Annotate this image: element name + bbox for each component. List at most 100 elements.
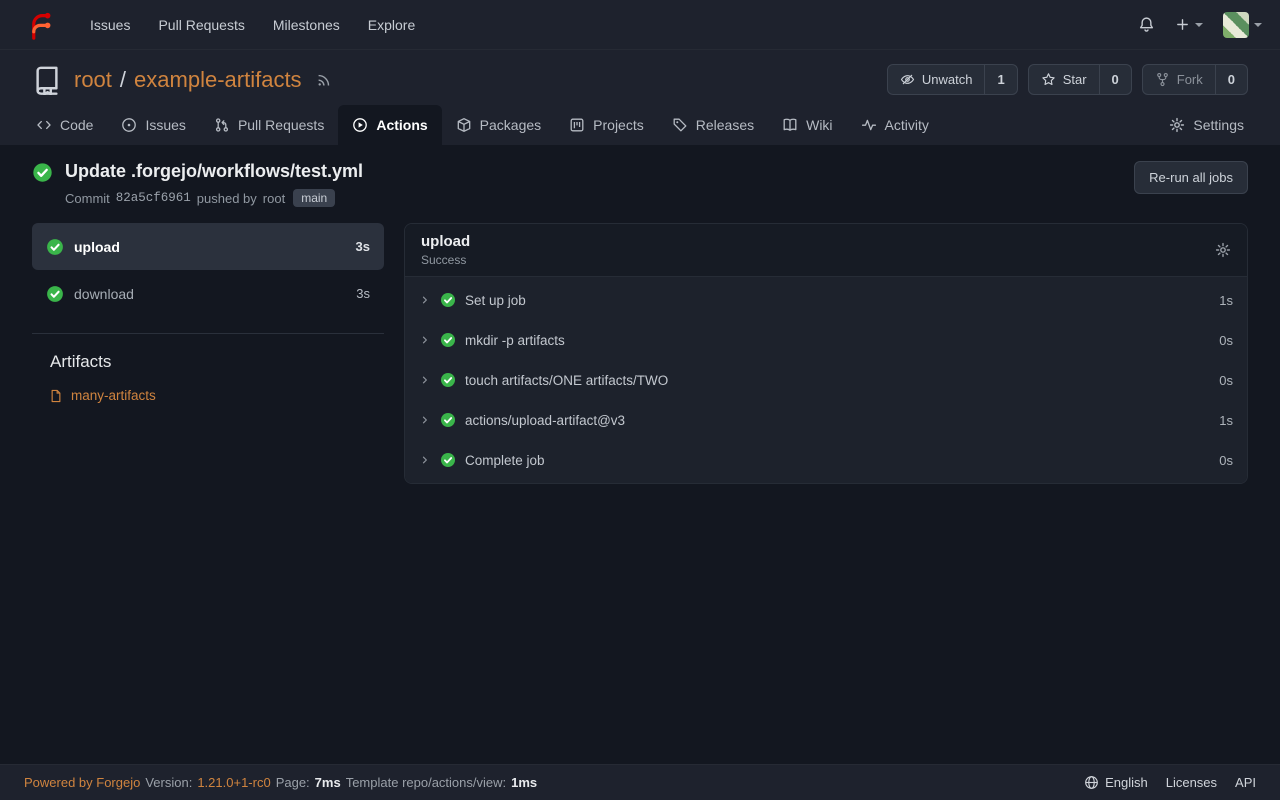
divider	[32, 333, 384, 334]
actions-run-view: Update .forgejo/workflows/test.yml Commi…	[0, 145, 1280, 764]
forks-count[interactable]: 0	[1215, 65, 1247, 94]
step-row-mkdir[interactable]: mkdir -p artifacts 0s	[405, 320, 1247, 360]
check-circle-icon	[46, 238, 64, 256]
licenses-link[interactable]: Licenses	[1166, 775, 1217, 790]
step-row-complete-job[interactable]: Complete job 0s	[405, 440, 1247, 480]
rerun-all-jobs-button[interactable]: Re-run all jobs	[1134, 161, 1248, 194]
powered-by-forgejo-link[interactable]: Powered by Forgejo	[24, 775, 140, 790]
git-pull-request-icon	[214, 117, 230, 133]
forgejo-logo-icon	[24, 10, 54, 40]
job-duration: 3s	[356, 286, 370, 301]
repo-header: root / example-artifacts Unwatch 1	[0, 50, 1280, 145]
template-time-value: 1ms	[511, 775, 537, 790]
repo-icon	[32, 65, 62, 95]
check-circle-icon	[46, 285, 64, 303]
api-link[interactable]: API	[1235, 775, 1256, 790]
tab-pull-requests[interactable]: Pull Requests	[200, 105, 338, 145]
tab-label: Code	[60, 117, 93, 133]
job-options-button[interactable]	[1215, 242, 1231, 258]
notifications-button[interactable]	[1138, 16, 1155, 33]
tab-packages[interactable]: Packages	[442, 105, 555, 145]
step-row-upload-artifact[interactable]: actions/upload-artifact@v3 1s	[405, 400, 1247, 440]
check-circle-icon	[440, 372, 456, 388]
tab-label: Projects	[593, 117, 644, 133]
eye-off-icon	[900, 72, 915, 87]
tab-settings[interactable]: Settings	[1155, 105, 1258, 145]
tab-wiki[interactable]: Wiki	[768, 105, 846, 145]
tab-issues[interactable]: Issues	[107, 105, 199, 145]
step-row-set-up-job[interactable]: Set up job 1s	[405, 280, 1247, 320]
star-button[interactable]: Star 0	[1028, 64, 1132, 95]
tab-label: Packages	[480, 117, 541, 133]
fork-button[interactable]: Fork 0	[1142, 64, 1248, 95]
create-new-button[interactable]	[1175, 17, 1203, 32]
commit-author-link[interactable]: root	[263, 191, 285, 206]
job-item-upload[interactable]: upload 3s	[32, 223, 384, 270]
issue-opened-icon	[121, 117, 137, 133]
tag-icon	[672, 117, 688, 133]
gear-icon	[1169, 117, 1185, 133]
step-name: mkdir -p artifacts	[465, 333, 565, 348]
version-link[interactable]: 1.21.0+1-rc0	[197, 775, 270, 790]
step-duration: 0s	[1219, 373, 1233, 388]
step-name: actions/upload-artifact@v3	[465, 413, 625, 428]
repo-title-row: root / example-artifacts Unwatch 1	[0, 64, 1280, 95]
top-navbar: Issues Pull Requests Milestones Explore	[0, 0, 1280, 50]
unwatch-button[interactable]: Unwatch 1	[887, 64, 1018, 95]
branch-badge[interactable]: main	[293, 189, 335, 207]
language-selector[interactable]: English	[1084, 775, 1148, 790]
job-name: download	[74, 286, 134, 302]
rss-icon	[316, 72, 332, 88]
job-item-download[interactable]: download 3s	[32, 270, 384, 317]
forgejo-app: Issues Pull Requests Milestones Explore …	[0, 0, 1280, 800]
tab-label: Pull Requests	[238, 117, 324, 133]
nav-item-pull-requests[interactable]: Pull Requests	[144, 0, 258, 50]
job-detail-status: Success	[421, 253, 470, 267]
tab-label: Actions	[376, 117, 427, 133]
rss-feed-button[interactable]	[316, 72, 332, 88]
pulse-icon	[861, 117, 877, 133]
run-status-success-icon	[32, 162, 53, 183]
step-duration: 0s	[1219, 453, 1233, 468]
stars-count[interactable]: 0	[1099, 65, 1131, 94]
tab-activity[interactable]: Activity	[847, 105, 943, 145]
job-duration: 3s	[356, 239, 370, 254]
nav-item-milestones[interactable]: Milestones	[259, 0, 354, 50]
tab-projects[interactable]: Projects	[555, 105, 658, 145]
watchers-count[interactable]: 1	[984, 65, 1016, 94]
star-icon	[1041, 72, 1056, 87]
nav-item-explore[interactable]: Explore	[354, 0, 429, 50]
commit-sha-link[interactable]: 82a5cf6961	[116, 191, 191, 205]
page-time-value: 7ms	[315, 775, 341, 790]
artifact-link-many-artifacts[interactable]: many-artifacts	[32, 388, 384, 403]
tab-code[interactable]: Code	[22, 105, 107, 145]
tab-actions[interactable]: Actions	[338, 105, 441, 145]
check-circle-icon	[440, 332, 456, 348]
repo-breadcrumb: root / example-artifacts	[74, 67, 302, 93]
step-name: touch artifacts/ONE artifacts/TWO	[465, 373, 668, 388]
forgejo-logo[interactable]	[18, 10, 60, 40]
navbar-right	[1138, 12, 1262, 38]
tab-releases[interactable]: Releases	[658, 105, 768, 145]
check-circle-icon	[440, 412, 456, 428]
step-name: Set up job	[465, 293, 526, 308]
step-row-touch-artifacts[interactable]: touch artifacts/ONE artifacts/TWO 0s	[405, 360, 1247, 400]
run-body: upload 3s download 3s Artifacts many-art…	[32, 223, 1248, 484]
commit-label: Commit	[65, 191, 110, 206]
footer-info: Powered by Forgejo Version: 1.21.0+1-rc0…	[24, 775, 537, 790]
step-duration: 1s	[1219, 293, 1233, 308]
project-board-icon	[569, 117, 585, 133]
chevron-right-icon	[419, 414, 431, 426]
nav-item-issues[interactable]: Issues	[76, 0, 144, 50]
tab-label: Settings	[1193, 117, 1244, 133]
repo-owner-link[interactable]: root	[74, 67, 112, 93]
chevron-down-icon	[1254, 23, 1262, 27]
repo-name-link[interactable]: example-artifacts	[134, 67, 302, 93]
tab-label: Activity	[885, 117, 929, 133]
tab-label: Wiki	[806, 117, 832, 133]
file-icon	[49, 389, 63, 403]
profile-menu-button[interactable]	[1223, 12, 1262, 38]
job-detail-title: upload	[421, 233, 470, 250]
gear-icon	[1215, 242, 1231, 258]
check-circle-icon	[440, 452, 456, 468]
